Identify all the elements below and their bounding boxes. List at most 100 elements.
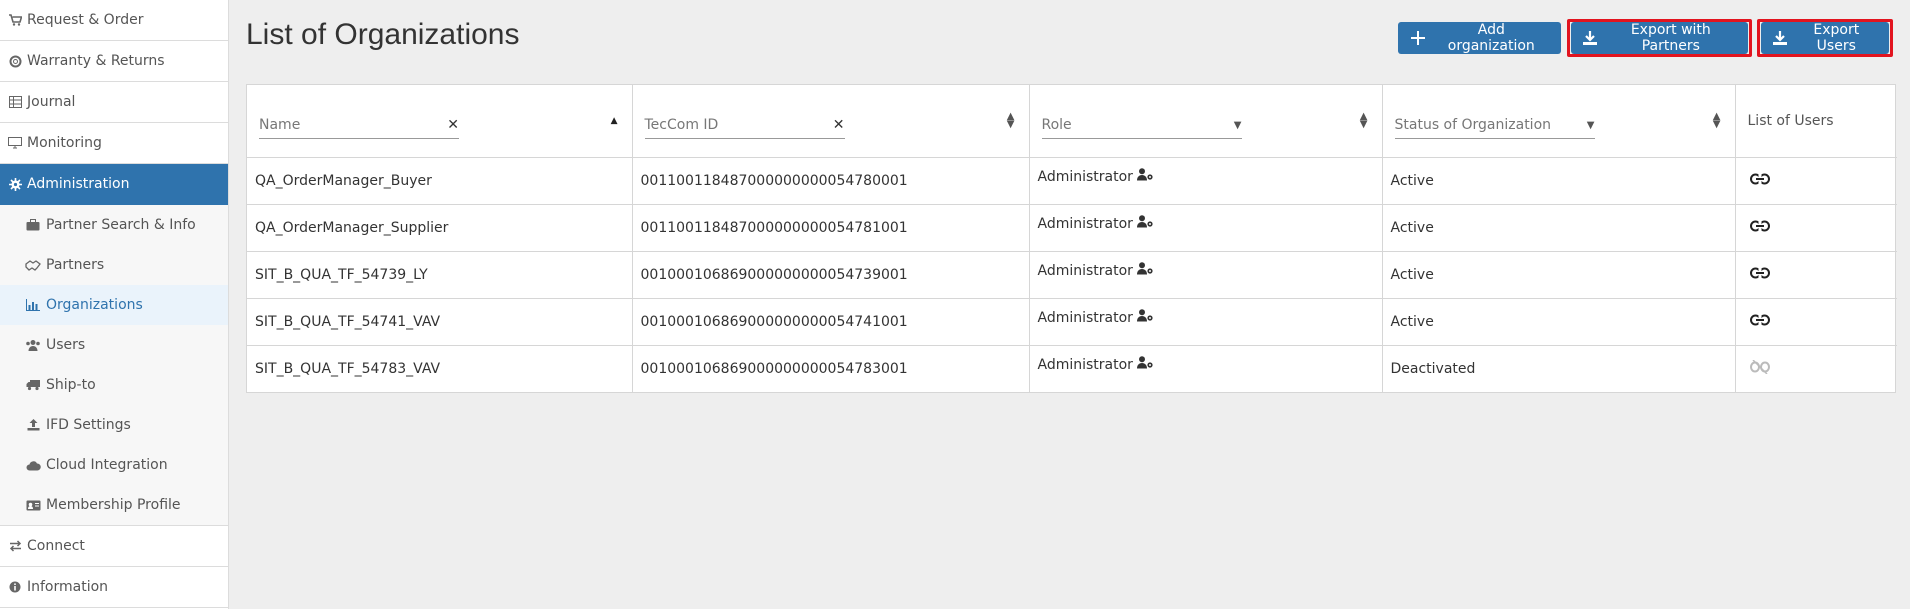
cell-role: Administrator bbox=[1029, 345, 1383, 392]
nav-label: Journal bbox=[27, 94, 76, 110]
gear-icon bbox=[8, 177, 22, 191]
cell-teccom-id: 001000106869000000000054783001 bbox=[632, 345, 1030, 392]
status-filter-select[interactable]: Status of Organization ▼ bbox=[1394, 113, 1595, 139]
nav-information[interactable]: Information bbox=[0, 567, 228, 608]
link-icon[interactable] bbox=[1749, 266, 1770, 283]
cell-name: SIT_B_QUA_TF_54783_VAV bbox=[247, 345, 633, 392]
monitor-icon bbox=[8, 136, 22, 150]
button-label: Export Users bbox=[1813, 22, 1860, 54]
upload-icon bbox=[25, 418, 41, 432]
briefcase-icon bbox=[25, 218, 41, 232]
table-row: SIT_B_QUA_TF_54783_VAV 00100010686900000… bbox=[247, 345, 1897, 392]
cell-users-link bbox=[1735, 298, 1897, 346]
nav-label: Request & Order bbox=[27, 12, 144, 28]
nav-label: Information bbox=[27, 579, 109, 595]
cell-users-link bbox=[1735, 204, 1897, 252]
download-icon bbox=[1773, 30, 1788, 46]
user-cog-icon bbox=[1137, 308, 1154, 326]
subnav-cloud-integration[interactable]: Cloud Integration bbox=[0, 445, 228, 485]
nav-request-order[interactable]: Request & Order bbox=[0, 0, 228, 41]
cell-status: Active bbox=[1382, 298, 1736, 346]
role-filter-select[interactable]: Role ▼ bbox=[1041, 113, 1242, 139]
column-teccom-id: TecCom ID ✕ ▲ ▼ bbox=[632, 85, 1030, 158]
link-icon[interactable] bbox=[1749, 313, 1770, 330]
cell-users-link bbox=[1735, 157, 1897, 205]
subnav-organizations[interactable]: Organizations bbox=[0, 285, 228, 325]
sort-icon[interactable]: ▲ ▼ bbox=[1713, 111, 1721, 129]
nav-label: Administration bbox=[27, 176, 130, 192]
teccom-filter-input[interactable]: TecCom ID ✕ bbox=[644, 113, 845, 139]
cell-status: Deactivated bbox=[1382, 345, 1736, 392]
sort-ascending-icon[interactable]: ▲ bbox=[611, 116, 618, 125]
download-icon bbox=[1583, 30, 1598, 46]
cell-teccom-id: 001000106869000000000054741001 bbox=[632, 298, 1030, 346]
add-organization-button[interactable]: Add organization bbox=[1398, 22, 1561, 54]
subnav-ship-to[interactable]: Ship-to bbox=[0, 365, 228, 405]
subnav-ifd-settings[interactable]: IFD Settings bbox=[0, 405, 228, 445]
bar-chart-icon bbox=[25, 298, 41, 312]
export-users-button[interactable]: Export Users bbox=[1761, 22, 1889, 54]
button-label: Export with Partners bbox=[1630, 22, 1711, 54]
subnav-label: Cloud Integration bbox=[46, 457, 168, 473]
role-text: Administrator bbox=[1037, 168, 1133, 185]
cell-teccom-id: 001000106869000000000054739001 bbox=[632, 251, 1030, 299]
role-text: Administrator bbox=[1037, 356, 1133, 373]
subnav-label: Users bbox=[46, 337, 86, 353]
organizations-table: Name ✕ ▲ TecCom ID ✕ ▲ ▼ Role ▼ ▲ ▼ Stat… bbox=[246, 84, 1897, 393]
link-icon[interactable] bbox=[1749, 219, 1770, 236]
truck-icon bbox=[25, 378, 41, 392]
column-label: List of Users bbox=[1747, 112, 1834, 129]
name-filter-input[interactable]: Name ✕ bbox=[259, 113, 459, 139]
column-name: Name ✕ ▲ bbox=[247, 85, 633, 158]
cell-teccom-id: 001100118487000000000054781001 bbox=[632, 204, 1030, 252]
main-content: List of Organizations Add organization E… bbox=[229, 0, 1910, 609]
nav-journal[interactable]: Journal bbox=[0, 82, 228, 123]
cell-role: Administrator bbox=[1029, 204, 1383, 252]
subnav-partners[interactable]: Partners bbox=[0, 245, 228, 285]
table-row: QA_OrderManager_Supplier 001100118487000… bbox=[247, 204, 1897, 252]
filter-placeholder: TecCom ID bbox=[644, 117, 719, 134]
subnav-membership-profile[interactable]: Membership Profile bbox=[0, 485, 228, 525]
user-cog-icon bbox=[1137, 167, 1154, 185]
cell-users-link bbox=[1735, 251, 1897, 299]
cloud-icon bbox=[25, 458, 41, 472]
subnav-label: Ship-to bbox=[46, 377, 96, 393]
cart-icon bbox=[8, 13, 22, 27]
exchange-icon bbox=[8, 539, 22, 553]
subnav-label: IFD Settings bbox=[46, 417, 131, 433]
nav-monitoring[interactable]: Monitoring bbox=[0, 123, 228, 164]
nav-label: Connect bbox=[27, 538, 85, 554]
cell-status: Active bbox=[1382, 204, 1736, 252]
user-cog-icon bbox=[1137, 261, 1154, 279]
user-cog-icon bbox=[1137, 214, 1154, 232]
cell-role: Administrator bbox=[1029, 298, 1383, 346]
cell-role: Administrator bbox=[1029, 251, 1383, 299]
filter-placeholder: Role bbox=[1041, 117, 1072, 134]
filter-placeholder: Name bbox=[259, 117, 301, 134]
column-role: Role ▼ ▲ ▼ bbox=[1029, 85, 1383, 158]
subnav-users[interactable]: Users bbox=[0, 325, 228, 365]
clear-filter-icon[interactable]: ✕ bbox=[447, 117, 459, 133]
role-text: Administrator bbox=[1037, 309, 1133, 326]
subnav-label: Membership Profile bbox=[46, 497, 181, 513]
lifebuoy-icon bbox=[8, 54, 22, 68]
table-row: SIT_B_QUA_TF_54741_VAV 00100010686900000… bbox=[247, 298, 1897, 346]
nav-administration[interactable]: Administration bbox=[0, 164, 228, 205]
subnav-partner-search[interactable]: Partner Search & Info bbox=[0, 205, 228, 245]
link-icon[interactable] bbox=[1749, 172, 1770, 189]
sort-icon[interactable]: ▲ ▼ bbox=[1360, 111, 1368, 129]
cell-users-link bbox=[1735, 345, 1897, 392]
nav-connect[interactable]: Connect bbox=[0, 526, 228, 567]
chevron-down-icon: ▼ bbox=[1586, 119, 1595, 131]
cell-name: SIT_B_QUA_TF_54739_LY bbox=[247, 251, 633, 299]
export-with-partners-button[interactable]: Export with Partners bbox=[1571, 22, 1748, 54]
column-list-of-users: List of Users bbox=[1735, 85, 1897, 158]
nav-label: Monitoring bbox=[27, 135, 102, 151]
clear-filter-icon[interactable]: ✕ bbox=[833, 117, 845, 133]
nav-warranty-returns[interactable]: Warranty & Returns bbox=[0, 41, 228, 82]
sort-icon[interactable]: ▲ ▼ bbox=[1007, 111, 1015, 129]
table-row: SIT_B_QUA_TF_54739_LY 001000106869000000… bbox=[247, 251, 1897, 299]
filter-placeholder: Status of Organization bbox=[1394, 117, 1552, 134]
table-header-row: Name ✕ ▲ TecCom ID ✕ ▲ ▼ Role ▼ ▲ ▼ Stat… bbox=[247, 85, 1897, 158]
handshake-icon bbox=[25, 258, 41, 272]
